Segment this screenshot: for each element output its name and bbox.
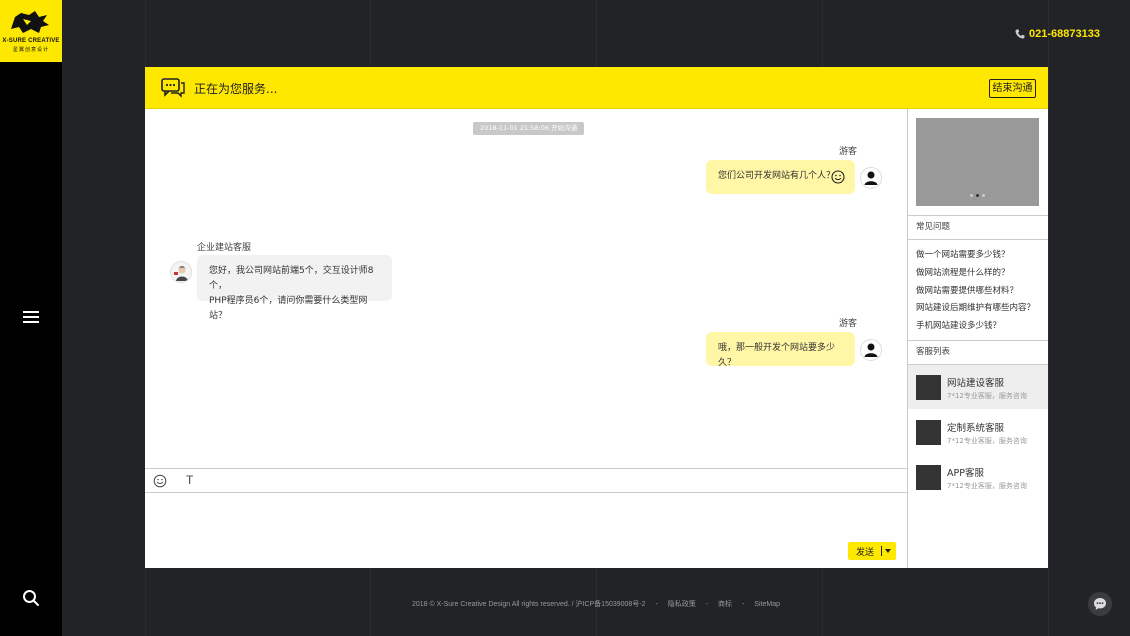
send-options-dropdown-icon[interactable] bbox=[885, 549, 891, 553]
visitor-avatar bbox=[860, 339, 882, 361]
visitor-message-bubble: 哦，那一般开发个网站要多少久？ bbox=[706, 332, 855, 368]
message-input[interactable]: 发送 bbox=[145, 493, 907, 568]
send-button[interactable]: 发送 bbox=[848, 542, 896, 560]
agent-message-bubble: 您好，我公司网站前端5个，交互设计师8个， PHP程序员6个，请问你需要什么类型… bbox=[197, 255, 392, 321]
chat-panel: 正在为您服务... 结束沟通 2018-11-01 21:58:06 开始沟通 … bbox=[145, 67, 1048, 568]
faq-item[interactable]: 网站建设后期维护有哪些内容？ bbox=[916, 301, 1035, 313]
message-text-line: 您好，我公司网站前端5个，交互设计师8个， bbox=[209, 266, 374, 291]
phone-contact[interactable]: 021-68873133 bbox=[1015, 28, 1100, 40]
agent-photo-icon bbox=[171, 262, 191, 282]
footer-separator: - bbox=[655, 601, 658, 608]
chat-start-timestamp: 2018-11-01 21:58:06 开始沟通 bbox=[473, 122, 585, 135]
service-list-title: 客服列表 bbox=[908, 340, 1048, 365]
user-icon bbox=[864, 343, 878, 357]
footer-separator: - bbox=[742, 601, 745, 608]
agent-avatar bbox=[170, 261, 192, 283]
service-agent-item[interactable]: 定制系统客服 7*12专业客服，服务咨询 bbox=[908, 410, 1048, 454]
send-button-label: 发送 bbox=[856, 548, 875, 558]
service-agent-name: 网站建设客服 bbox=[947, 378, 1005, 389]
service-agent-desc: 7*12专业客服，服务咨询 bbox=[947, 437, 1027, 445]
message-sender: 游客 bbox=[839, 319, 858, 329]
service-agent-desc: 7*12专业客服，服务咨询 bbox=[947, 392, 1027, 400]
chat-bubble-icon bbox=[1094, 598, 1106, 610]
page-footer: 2018 © X-Sure Creative Design All rights… bbox=[0, 599, 1130, 609]
message-list[interactable]: 2018-11-01 21:58:06 开始沟通 游客 您们公司开发网站有几个人… bbox=[145, 109, 907, 469]
smile-emoji-icon bbox=[831, 170, 845, 184]
chat-header: 正在为您服务... 结束沟通 bbox=[145, 67, 1048, 109]
faq-section-title: 常见问题 bbox=[908, 215, 1048, 240]
privacy-policy-link[interactable]: 隐私政策 bbox=[668, 601, 696, 608]
emoji-picker-icon[interactable] bbox=[153, 474, 167, 488]
banner-carousel[interactable] bbox=[916, 118, 1039, 206]
rhino-logo-icon bbox=[11, 11, 49, 33]
copyright-text: 2018 © X-Sure Creative Design All rights… bbox=[412, 601, 646, 608]
faq-item[interactable]: 做网站需要提供哪些材料？ bbox=[916, 284, 1018, 296]
brand-name: X-SURE CREATIVE bbox=[2, 38, 60, 44]
message-sender: 游客 bbox=[839, 147, 858, 157]
trademark-link[interactable]: 商标 bbox=[718, 601, 732, 608]
message-text: 哦，那一般开发个网站要多少久？ bbox=[718, 343, 836, 368]
service-agent-thumbnail bbox=[916, 420, 941, 445]
message-sender: 企业建站客服 bbox=[197, 243, 252, 253]
text-format-button[interactable]: T bbox=[186, 473, 193, 487]
service-agent-thumbnail bbox=[916, 375, 941, 400]
service-agent-item[interactable]: 网站建设客服 7*12专业客服，服务咨询 bbox=[908, 365, 1048, 409]
floating-chat-button[interactable] bbox=[1088, 592, 1112, 616]
service-agent-desc: 7*12专业客服，服务咨询 bbox=[947, 482, 1027, 490]
message-text-line: PHP程序员6个，请问你需要什么类型网站？ bbox=[209, 296, 368, 321]
service-agent-item[interactable]: APP客服 7*12专业客服，服务咨询 bbox=[908, 455, 1048, 499]
phone-number: 021-68873133 bbox=[1029, 28, 1100, 40]
service-agent-name: 定制系统客服 bbox=[947, 423, 1005, 434]
brand-logo[interactable]: X-SURE CREATIVE 星翼创意设计 bbox=[0, 0, 62, 62]
left-sidebar: X-SURE CREATIVE 星翼创意设计 bbox=[0, 0, 62, 636]
message-text: 您们公司开发网站有几个人？ bbox=[718, 171, 836, 181]
message-toolbar: T bbox=[145, 468, 907, 493]
faq-item[interactable]: 手机网站建设多少钱？ bbox=[916, 319, 1001, 331]
faq-item[interactable]: 做一个网站需要多少钱？ bbox=[916, 248, 1010, 260]
carousel-dots[interactable] bbox=[916, 186, 1039, 200]
visitor-avatar bbox=[860, 167, 882, 189]
phone-icon bbox=[1015, 29, 1025, 39]
chat-bubble-icon bbox=[161, 78, 185, 98]
right-sidebar: 常见问题 做一个网站需要多少钱？ 做网站流程是什么样的？ 做网站需要提供哪些材料… bbox=[907, 109, 1048, 568]
user-icon bbox=[864, 171, 878, 185]
footer-separator: - bbox=[705, 601, 709, 608]
end-chat-button[interactable]: 结束沟通 bbox=[989, 79, 1036, 98]
chat-status-title: 正在为您服务... bbox=[194, 82, 278, 96]
sitemap-link[interactable]: SiteMap bbox=[754, 601, 780, 608]
faq-item[interactable]: 做网站流程是什么样的？ bbox=[916, 266, 1010, 278]
bg-divider bbox=[1048, 0, 1049, 636]
service-agent-thumbnail bbox=[916, 465, 941, 490]
service-agent-name: APP客服 bbox=[947, 468, 984, 479]
visitor-message-bubble: 您们公司开发网站有几个人？ bbox=[706, 160, 855, 194]
brand-subtitle: 星翼创意设计 bbox=[12, 47, 49, 53]
send-divider bbox=[881, 546, 882, 556]
hamburger-menu-icon[interactable] bbox=[23, 311, 39, 325]
